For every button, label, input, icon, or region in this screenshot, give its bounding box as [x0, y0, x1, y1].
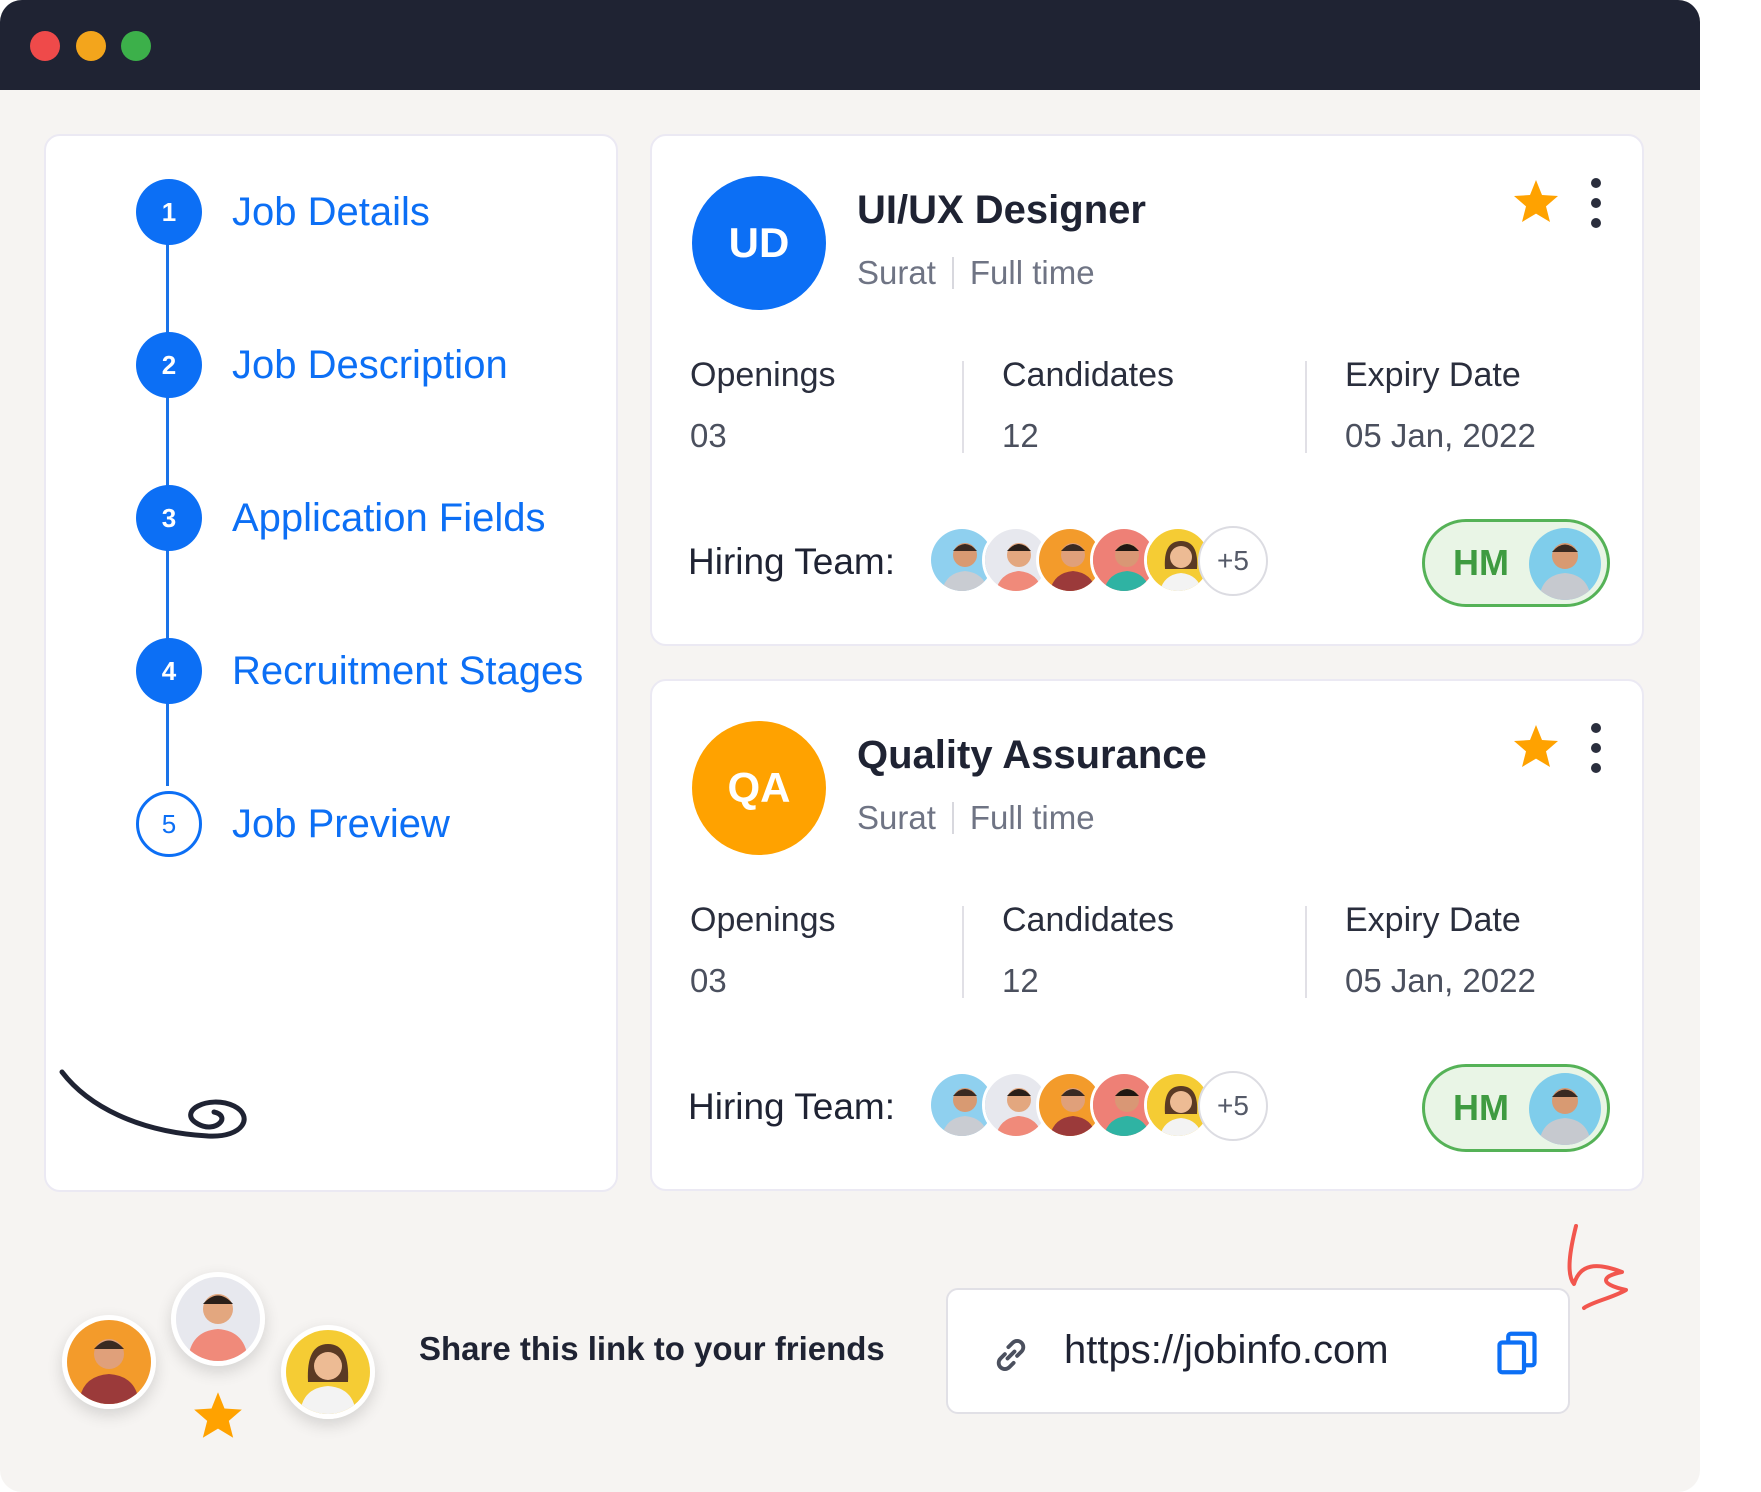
stat-divider — [962, 361, 964, 453]
job-initials-avatar: UD — [692, 176, 826, 310]
step-label: Application Fields — [232, 495, 546, 540]
meta-divider — [951, 257, 954, 289]
favorite-star-icon[interactable] — [1512, 723, 1560, 769]
stat-value: 05 Jan, 2022 — [1345, 417, 1536, 454]
hiring-manager-avatar — [1529, 528, 1601, 600]
step-label: Job Details — [232, 189, 430, 234]
share-link-box[interactable]: https://jobinfo.com — [946, 1288, 1570, 1414]
job-card[interactable]: QA Quality Assurance Surat Full time Ope… — [650, 679, 1644, 1191]
stat-divider — [1305, 361, 1307, 453]
star-icon — [194, 1392, 242, 1438]
favorite-star-icon[interactable] — [1512, 178, 1560, 224]
friend-avatar — [62, 1315, 156, 1409]
hiring-team-label: Hiring Team: — [688, 541, 896, 582]
stat-value: 03 — [690, 417, 727, 454]
more-options-icon[interactable] — [1590, 178, 1602, 228]
stat-value: 03 — [690, 962, 727, 999]
job-title: UI/UX Designer — [857, 188, 1146, 232]
step-label: Job Preview — [232, 801, 450, 846]
swirl-doodle-icon — [59, 1069, 247, 1139]
link-icon — [996, 1339, 1026, 1371]
stat-label: Candidates — [1002, 356, 1175, 394]
openings-stat: Openings 03 — [690, 356, 836, 455]
step-number-badge: 1 — [136, 179, 202, 245]
step-job-preview[interactable]: 5 Job Preview — [136, 791, 450, 857]
stat-label: Expiry Date — [1345, 901, 1521, 939]
hiring-manager-badge[interactable]: HM — [1422, 1064, 1610, 1152]
more-options-icon[interactable] — [1590, 723, 1602, 773]
more-team-members-badge[interactable]: +5 — [1198, 526, 1268, 596]
more-team-members-badge[interactable]: +5 — [1198, 1071, 1268, 1141]
stat-label: Openings — [690, 356, 836, 394]
job-type: Full time — [969, 254, 1095, 291]
step-label: Recruitment Stages — [232, 648, 584, 693]
hiring-manager-badge[interactable]: HM — [1422, 519, 1610, 607]
copy-icon[interactable] — [1496, 1330, 1538, 1376]
job-title: Quality Assurance — [857, 733, 1207, 777]
app-window: 1 Job Details 2 Job Description 3 Applic… — [0, 0, 1700, 1492]
step-label: Job Description — [232, 342, 508, 387]
stat-divider — [1305, 906, 1307, 998]
candidates-stat: Candidates 12 — [1002, 356, 1174, 455]
friend-avatar — [171, 1272, 265, 1366]
step-number-badge: 4 — [136, 638, 202, 704]
stat-label: Expiry Date — [1345, 356, 1521, 394]
job-meta: Surat Full time — [857, 254, 1095, 292]
step-recruitment-stages[interactable]: 4 Recruitment Stages — [136, 638, 583, 704]
minimize-window-button[interactable] — [76, 31, 106, 61]
meta-divider — [951, 802, 954, 834]
job-card[interactable]: UD UI/UX Designer Surat Full time Openin… — [650, 134, 1644, 646]
job-initials-avatar: QA — [692, 721, 826, 855]
job-type: Full time — [969, 799, 1095, 836]
hiring-manager-label: HM — [1453, 1087, 1509, 1128]
stat-label: Candidates — [1002, 901, 1175, 939]
friend-avatar — [281, 1325, 375, 1419]
step-job-description[interactable]: 2 Job Description — [136, 332, 508, 398]
step-job-details[interactable]: 1 Job Details — [136, 179, 430, 245]
scribble-doodle-icon — [1567, 1224, 1628, 1310]
hiring-manager-avatar — [1529, 1073, 1601, 1145]
step-number-badge: 3 — [136, 485, 202, 551]
close-window-button[interactable] — [30, 31, 60, 61]
stat-divider — [962, 906, 964, 998]
job-location: Surat — [857, 799, 936, 836]
job-location: Surat — [857, 254, 936, 291]
window-titlebar — [0, 0, 1700, 90]
stat-value: 05 Jan, 2022 — [1345, 962, 1536, 999]
expiry-stat: Expiry Date 05 Jan, 2022 — [1345, 901, 1536, 1000]
maximize-window-button[interactable] — [121, 31, 151, 61]
job-meta: Surat Full time — [857, 799, 1095, 837]
share-prompt: Share this link to your friends — [419, 1330, 885, 1367]
step-application-fields[interactable]: 3 Application Fields — [136, 485, 546, 551]
stat-label: Openings — [690, 901, 836, 939]
step-number-badge: 2 — [136, 332, 202, 398]
expiry-stat: Expiry Date 05 Jan, 2022 — [1345, 356, 1536, 455]
step-number-badge: 5 — [136, 791, 202, 857]
stat-value: 12 — [1002, 417, 1039, 454]
candidates-stat: Candidates 12 — [1002, 901, 1174, 1000]
hiring-manager-label: HM — [1453, 542, 1509, 583]
openings-stat: Openings 03 — [690, 901, 836, 1000]
stat-value: 12 — [1002, 962, 1039, 999]
job-steps-panel: 1 Job Details 2 Job Description 3 Applic… — [44, 134, 618, 1192]
hiring-team-label: Hiring Team: — [688, 1086, 896, 1127]
share-url[interactable]: https://jobinfo.com — [1064, 1328, 1389, 1373]
